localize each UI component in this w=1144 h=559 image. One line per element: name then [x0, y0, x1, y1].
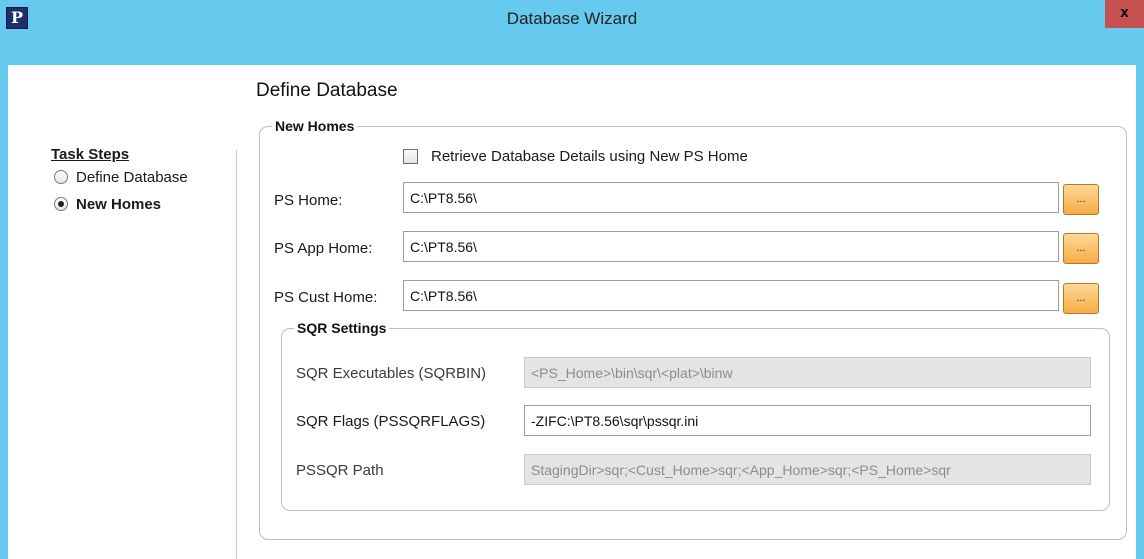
sqr-executables-input [524, 357, 1091, 388]
step-new-homes-label: New Homes [76, 196, 162, 213]
task-steps-heading: Task Steps [51, 146, 130, 163]
sqr-flags-input[interactable] [524, 405, 1091, 436]
ps-cust-home-browse-button[interactable]: ... [1063, 283, 1099, 314]
new-homes-legend: New Homes [275, 118, 355, 134]
ps-home-browse-button[interactable]: ... [1063, 184, 1099, 215]
ps-home-input[interactable] [403, 182, 1059, 213]
page-title: Define Database [256, 80, 398, 101]
pssqr-path-input [524, 454, 1091, 485]
sidebar-divider [236, 150, 237, 559]
retrieve-details-label: Retrieve Database Details using New PS H… [431, 148, 748, 165]
sqr-flags-label: SQR Flags (PSSQRFLAGS) [296, 413, 486, 430]
ps-home-label: PS Home: [274, 192, 343, 209]
title-bar: P Database Wizard x [0, 0, 1144, 65]
sqr-executables-label: SQR Executables (SQRBIN) [296, 365, 487, 382]
ps-cust-home-label: PS Cust Home: [274, 289, 378, 306]
ps-app-home-input[interactable] [403, 231, 1059, 262]
window-frame-left [0, 65, 8, 559]
window-frame-right [1136, 65, 1144, 559]
close-button[interactable]: x [1105, 0, 1144, 28]
step-define-database-label: Define Database [76, 169, 188, 186]
ps-cust-home-input[interactable] [403, 280, 1059, 311]
ps-app-home-browse-button[interactable]: ... [1063, 233, 1099, 264]
step-new-homes-radio[interactable] [54, 197, 68, 211]
window-title: Database Wizard [506, 9, 638, 28]
step-define-database-radio[interactable] [54, 170, 68, 184]
sqr-settings-legend: SQR Settings [297, 320, 387, 336]
ps-app-home-label: PS App Home: [274, 240, 373, 257]
pssqr-path-label: PSSQR Path [296, 462, 384, 479]
retrieve-details-checkbox[interactable] [403, 149, 418, 164]
